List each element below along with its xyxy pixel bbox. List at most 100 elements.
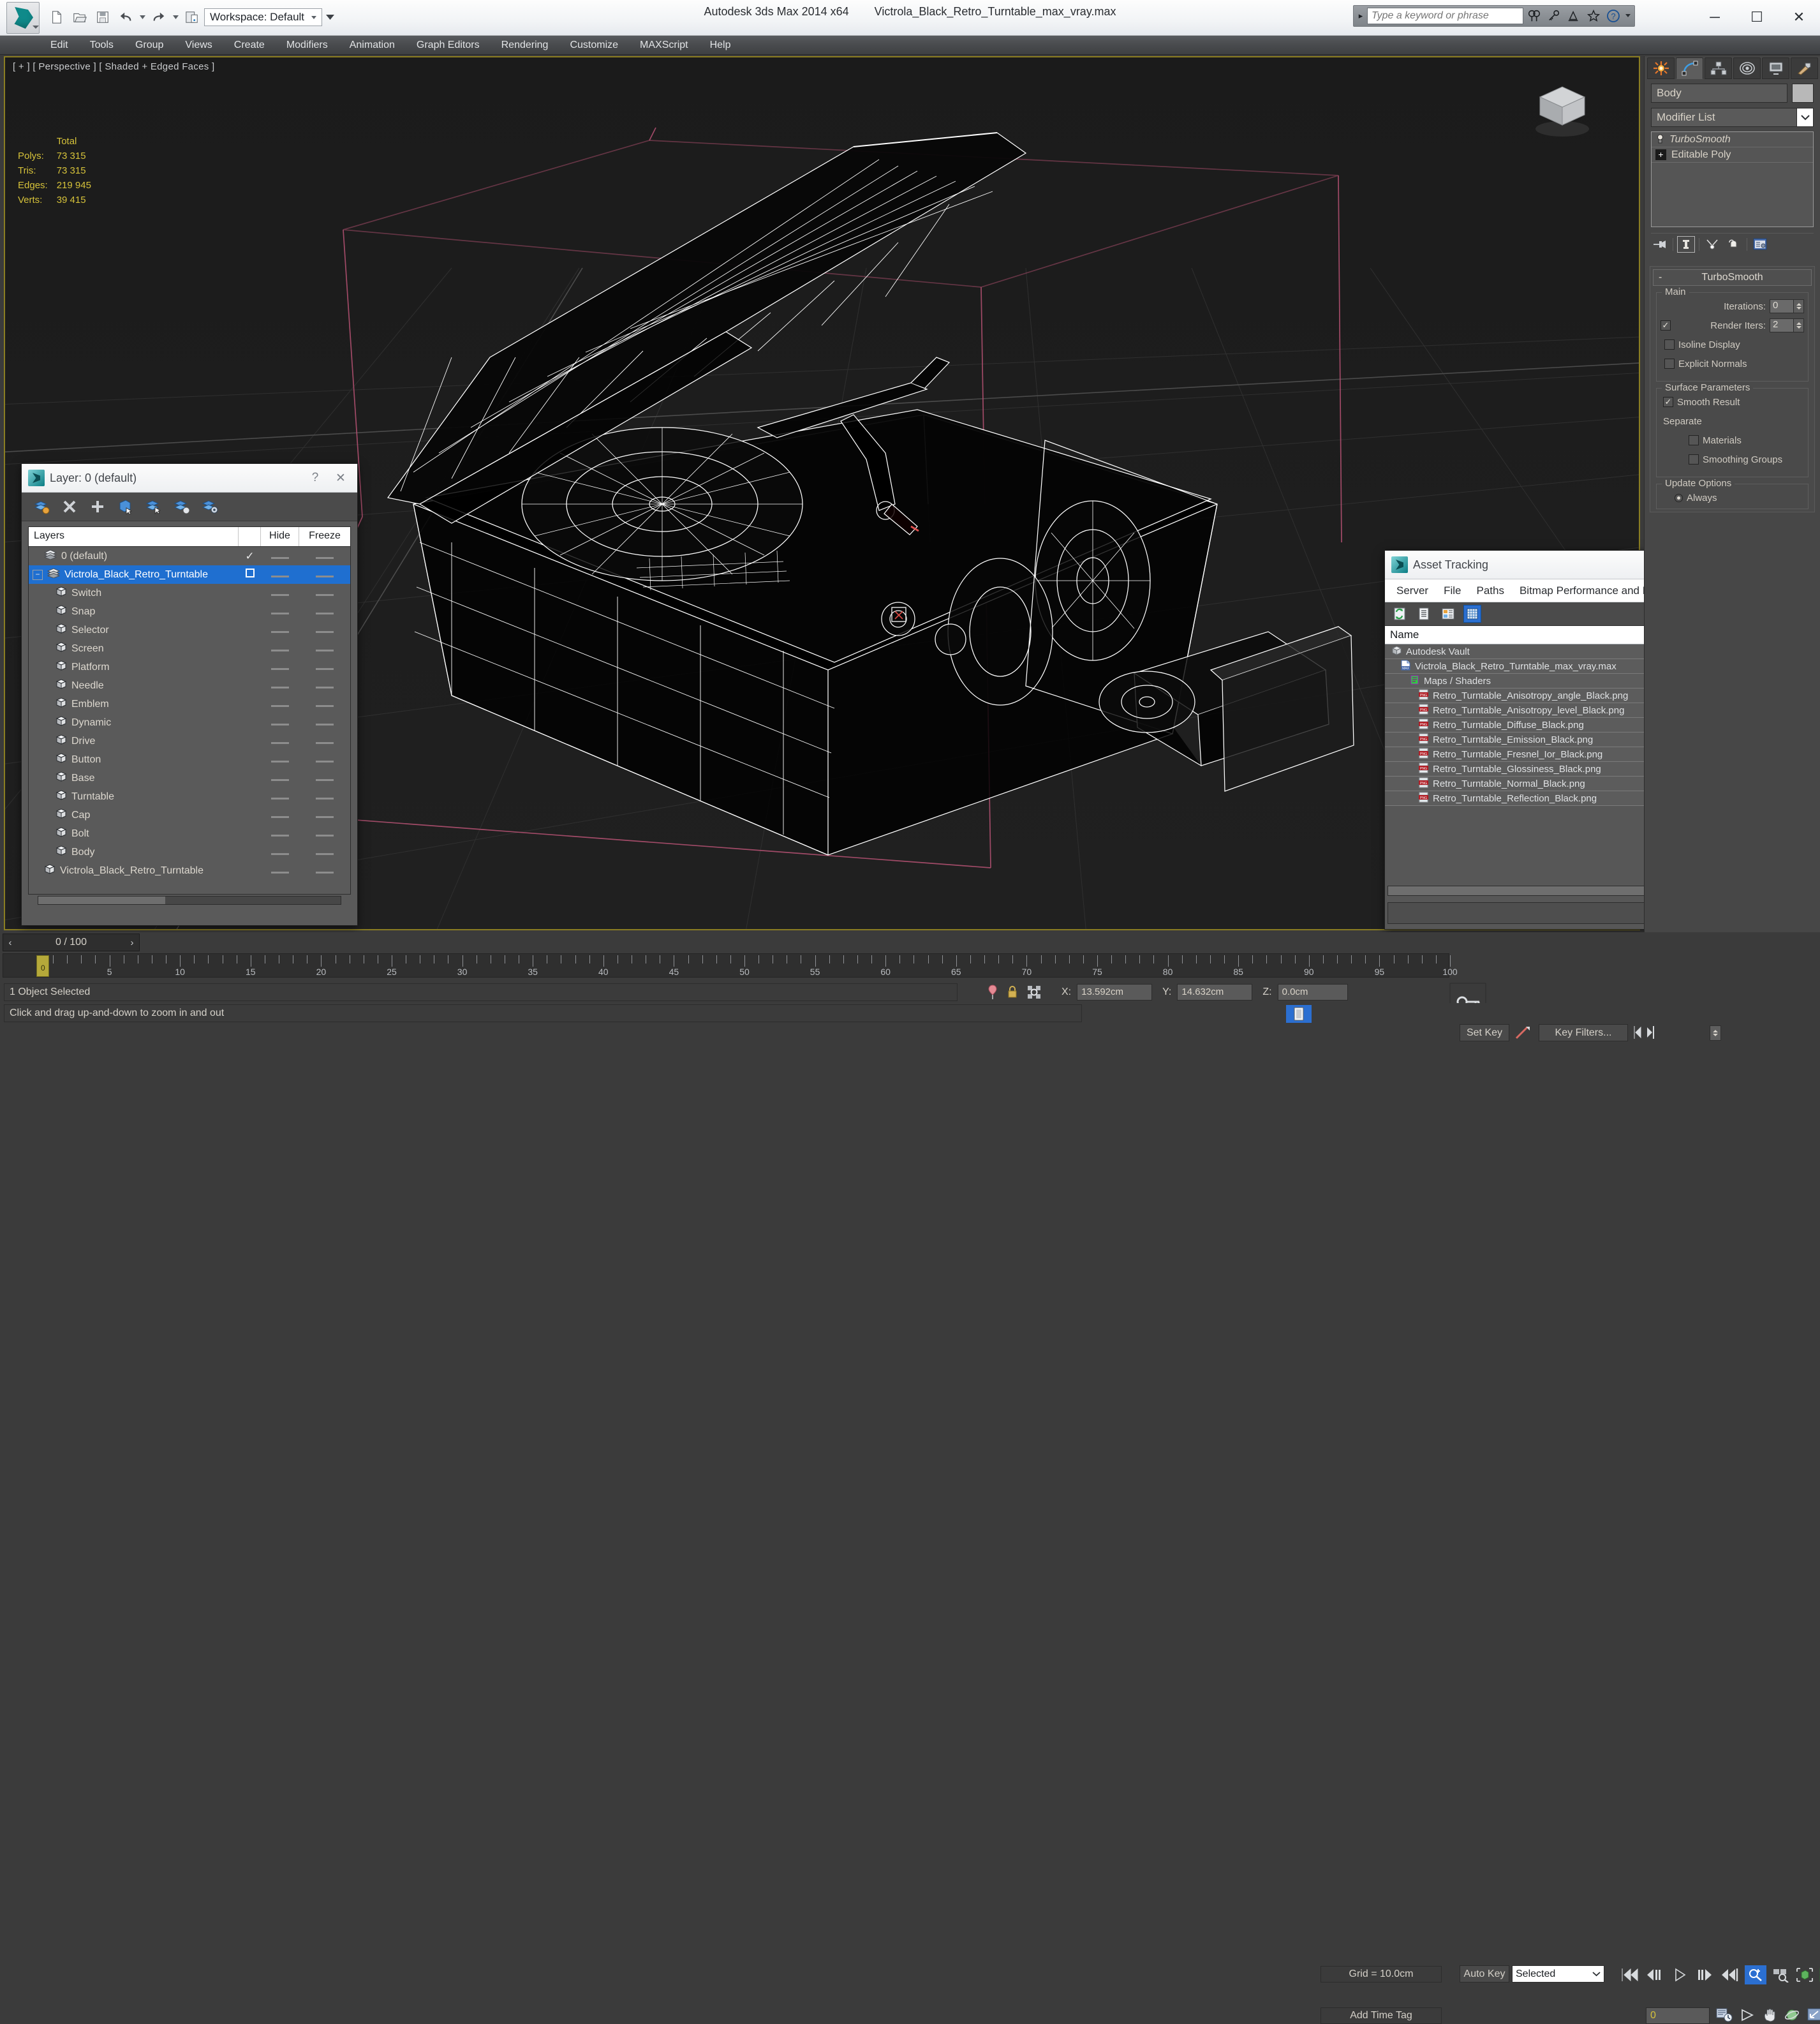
layer-current-cell[interactable]	[239, 569, 261, 581]
favorites-star-icon[interactable]	[1585, 7, 1602, 25]
layer-row[interactable]: Cap	[29, 806, 350, 824]
set-key-mode-icon[interactable]	[1514, 1025, 1535, 1041]
layer-help-button[interactable]: ?	[302, 465, 328, 491]
chevron-down-icon[interactable]	[1592, 1968, 1601, 1980]
smoothing-groups-checkbox[interactable]	[1689, 454, 1699, 465]
layer-freeze-cell[interactable]	[299, 865, 350, 877]
layer-horizontal-scrollbar[interactable]	[38, 896, 341, 905]
layer-hide-cell[interactable]	[261, 736, 299, 747]
explicit-normals-row[interactable]: Explicit Normals	[1661, 355, 1804, 372]
layer-freeze-cell[interactable]	[299, 606, 350, 618]
object-name-field[interactable]: Body	[1651, 84, 1787, 103]
set-key-button[interactable]: Set Key	[1460, 1024, 1509, 1041]
subscription-key-icon[interactable]	[1545, 7, 1563, 25]
list-view-icon[interactable]	[1416, 606, 1432, 622]
menu-item-help[interactable]: Help	[699, 37, 742, 54]
help-dropdown[interactable]	[1624, 7, 1632, 25]
menu-item-animation[interactable]: Animation	[339, 37, 406, 54]
smooth-result-checkbox[interactable]: ✓	[1663, 397, 1673, 407]
layer-list[interactable]: 0 (default) ✓ − Victrola_Black_Retro_Turnta…	[28, 547, 351, 895]
layer-row[interactable]: Switch	[29, 584, 350, 602]
object-color-swatch[interactable]	[1792, 84, 1814, 103]
layer-hide-cell[interactable]	[261, 625, 299, 636]
new-layer-icon[interactable]	[32, 497, 51, 516]
layer-hide-cell[interactable]	[261, 754, 299, 766]
layer-row[interactable]: − Victrola_Black_Retro_Turntable	[29, 565, 350, 584]
explicit-normals-checkbox[interactable]	[1664, 359, 1675, 369]
menu-item-group[interactable]: Group	[124, 37, 174, 54]
layer-row[interactable]: Body	[29, 843, 350, 861]
menu-item-tools[interactable]: Tools	[79, 37, 124, 54]
layer-dialog[interactable]: Layer: 0 (default) ? ✕ Layers Hide Freez…	[21, 463, 358, 926]
layer-current-cell[interactable]: ✓	[239, 550, 261, 563]
layer-hide-cell[interactable]	[261, 717, 299, 729]
modifier-stack-item[interactable]: + Editable Poly	[1652, 147, 1813, 163]
layer-freeze-cell[interactable]	[299, 662, 350, 673]
configure-sets-icon[interactable]	[1751, 236, 1769, 253]
key-selection-dropdown[interactable]: Selected	[1512, 1965, 1604, 1983]
menu-item-modifiers[interactable]: Modifiers	[276, 37, 339, 54]
zoom-icon[interactable]	[1740, 2007, 1756, 2023]
command-panel[interactable]: Body Modifier List TurboSmooth + Editable …	[1644, 56, 1820, 981]
layer-hide-cell[interactable]	[261, 662, 299, 673]
layer-close-button[interactable]: ✕	[328, 465, 353, 491]
asset-menu-item-paths[interactable]: Paths	[1469, 583, 1511, 599]
layer-row[interactable]: Screen	[29, 639, 350, 658]
modify-tab[interactable]	[1676, 57, 1703, 79]
spinner-arrows-icon[interactable]	[1794, 299, 1804, 313]
menu-item-create[interactable]: Create	[223, 37, 276, 54]
go-to-start-icon[interactable]	[1620, 1967, 1639, 1983]
asset-menu-item-file[interactable]: File	[1436, 583, 1469, 599]
layer-freeze-cell[interactable]	[299, 643, 350, 655]
orbit-icon[interactable]	[1784, 2007, 1801, 2023]
chevron-down-icon[interactable]	[1796, 108, 1813, 126]
render-iters-checkbox[interactable]: ✓	[1661, 320, 1671, 331]
pan-hand-icon[interactable]	[1762, 2007, 1779, 2023]
hierarchy-tab[interactable]	[1705, 57, 1732, 79]
frame-indicator[interactable]: ‹ 0 / 100 ›	[3, 934, 140, 951]
lock-icon[interactable]	[1007, 985, 1018, 999]
layer-row[interactable]: Victrola_Black_Retro_Turntable	[29, 861, 350, 880]
show-end-result-icon[interactable]	[1677, 235, 1695, 253]
layer-hide-cell[interactable]	[261, 865, 299, 877]
always-row[interactable]: Always	[1661, 489, 1804, 506]
layer-row[interactable]: Drive	[29, 732, 350, 750]
rollout-header[interactable]: - TurboSmooth	[1653, 269, 1812, 286]
display-tab[interactable]	[1762, 57, 1789, 79]
redo-button[interactable]	[148, 5, 170, 29]
layer-dialog-titlebar[interactable]: Layer: 0 (default) ? ✕	[22, 464, 357, 493]
rollout-collapse-toggle[interactable]: -	[1659, 272, 1662, 283]
layer-row[interactable]: Needle	[29, 676, 350, 695]
current-frame-spinner[interactable]	[1710, 1025, 1721, 1041]
maximize-viewport-icon[interactable]	[1807, 2007, 1820, 2023]
layer-hide-cell[interactable]	[261, 791, 299, 803]
zoom-time-icon[interactable]	[1745, 1965, 1766, 1984]
layer-freeze-cell[interactable]	[299, 847, 350, 858]
render-iters-spinner[interactable]: 2	[1770, 318, 1804, 332]
layer-freeze-cell[interactable]	[299, 773, 350, 784]
modifier-stack-item[interactable]: TurboSmooth	[1652, 132, 1813, 147]
timeline-ruler[interactable]: 5 10 15 20 25 30 35 40 45 50 55 60 65 70 75 80 85 90 95 100…	[3, 953, 1458, 978]
layer-hide-cell[interactable]	[261, 699, 299, 710]
layer-freeze-cell[interactable]	[299, 588, 350, 599]
utilities-tab[interactable]	[1791, 57, 1818, 79]
layer-freeze-cell[interactable]	[299, 810, 350, 821]
motion-tab[interactable]	[1733, 57, 1761, 79]
smoothing-groups-row[interactable]: Smoothing Groups	[1661, 451, 1804, 468]
undo-dropdown[interactable]	[138, 5, 147, 29]
current-frame-field[interactable]: 0	[1646, 2007, 1710, 2024]
expand-toggle[interactable]: −	[33, 569, 43, 580]
asset-menu-item-server[interactable]: Server	[1389, 583, 1436, 599]
iterations-spinner[interactable]: 0	[1770, 299, 1804, 313]
time-configuration-icon[interactable]	[1716, 2007, 1734, 2023]
zoom-region-icon[interactable]	[1772, 1967, 1790, 1983]
layer-freeze-cell[interactable]	[299, 754, 350, 766]
maximize-button[interactable]: ☐	[1736, 0, 1778, 34]
layer-hide-cell[interactable]	[261, 606, 299, 618]
go-to-end-icon[interactable]	[1720, 1967, 1739, 1983]
layer-row[interactable]: Turntable	[29, 787, 350, 806]
select-objects-icon[interactable]	[116, 497, 135, 516]
isoline-display-checkbox[interactable]	[1664, 339, 1675, 350]
isolate-selection-icon[interactable]	[1027, 985, 1041, 999]
isoline-display-row[interactable]: Isoline Display	[1661, 336, 1804, 353]
